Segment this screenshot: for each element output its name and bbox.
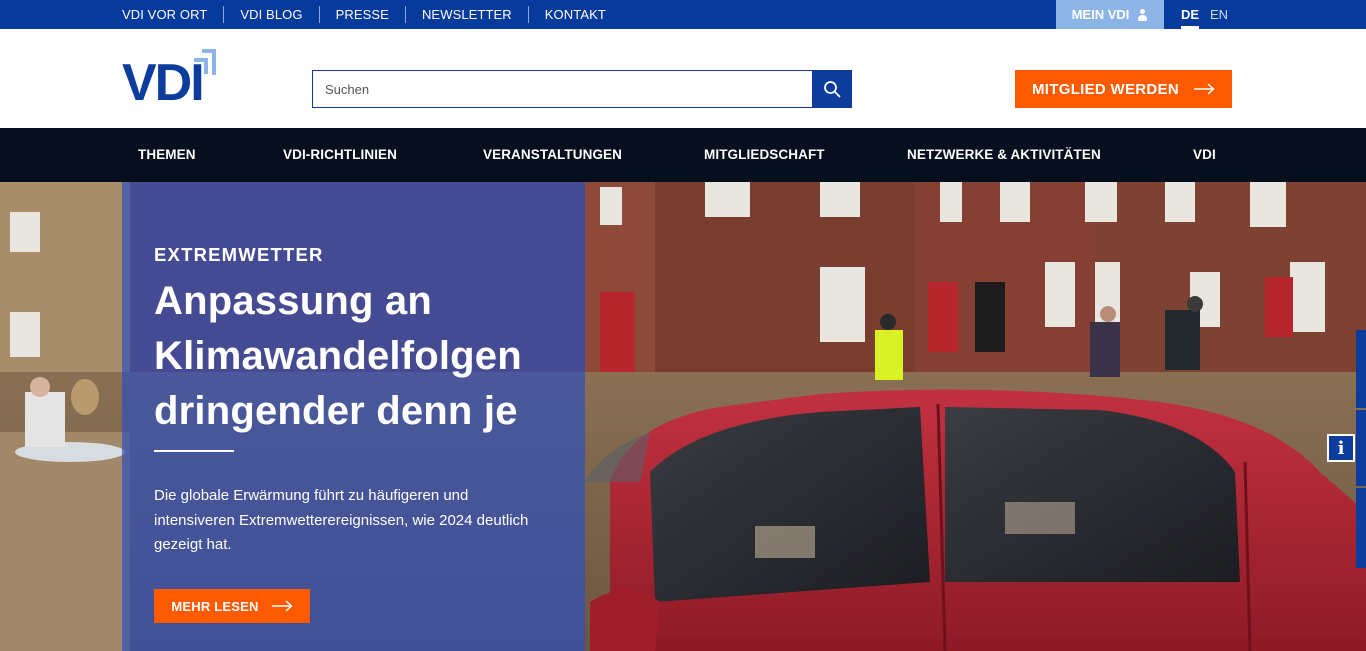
vdi-logo[interactable]: VDI [122,47,218,109]
nav-item-vdi-richtlinien[interactable]: VDI-RICHTLINIEN [283,128,397,182]
user-icon [1137,8,1148,21]
top-utility-nav: VDI VOR ORT VDI BLOG PRESSE NEWSLETTER K… [106,0,622,29]
top-link-vdi-blog[interactable]: VDI BLOG [224,6,320,23]
nav-item-themen[interactable]: THEMEN [138,128,196,182]
hero-teaser: Die globale Erwärmung führt zu häufigere… [154,487,529,553]
top-link-kontakt[interactable]: KONTAKT [529,6,622,23]
become-member-label: MITGLIED WERDEN [1032,80,1179,98]
nav-item-vdi[interactable]: VDI [1193,128,1216,182]
language-en[interactable]: EN [1210,0,1228,29]
hero-banner: EXTREMWETTER Anpassung an Klimawandelfol… [0,182,1366,651]
side-tab-2[interactable] [1356,410,1366,486]
search-bar [312,70,852,108]
search-icon [824,81,841,98]
read-more-label: MEHR LESEN [171,598,259,614]
info-icon[interactable]: i [1327,434,1355,462]
arrow-right-icon [271,600,293,612]
side-tab-1[interactable] [1356,330,1366,408]
top-utility-bar: VDI VOR ORT VDI BLOG PRESSE NEWSLETTER K… [0,0,1366,29]
site-header: VDI MITGLIED WERDEN [0,29,1366,128]
arrow-right-icon [1194,83,1215,95]
mein-vdi-label: MEIN VDI [1071,7,1130,22]
hero-headline: Anpassung an Klimawandelfolgen dringende… [154,279,522,433]
nav-item-netzwerke-aktivitaeten[interactable]: NETZWERKE & AKTIVITÄTEN [907,128,1101,182]
logo-text: VDI [122,54,205,112]
language-de[interactable]: DE [1181,0,1200,29]
search-button[interactable] [812,70,852,108]
nav-item-veranstaltungen[interactable]: VERANSTALTUNGEN [483,128,622,182]
top-link-vdi-vor-ort[interactable]: VDI VOR ORT [106,6,225,23]
mein-vdi-button[interactable]: MEIN VDI [1056,0,1164,29]
side-tab-3[interactable] [1356,488,1366,568]
read-more-button[interactable]: MEHR LESEN [154,589,310,623]
hero-divider [154,450,234,452]
top-link-newsletter[interactable]: NEWSLETTER [406,6,529,23]
main-navigation: THEMEN VDI-RICHTLINIEN VERANSTALTUNGEN M… [0,128,1366,182]
search-input[interactable] [312,70,812,108]
nav-item-mitgliedschaft[interactable]: MITGLIEDSCHAFT [704,128,825,182]
become-member-button[interactable]: MITGLIED WERDEN [1015,70,1232,108]
top-link-presse[interactable]: PRESSE [320,6,406,23]
hero-kicker: EXTREMWETTER [154,244,324,265]
